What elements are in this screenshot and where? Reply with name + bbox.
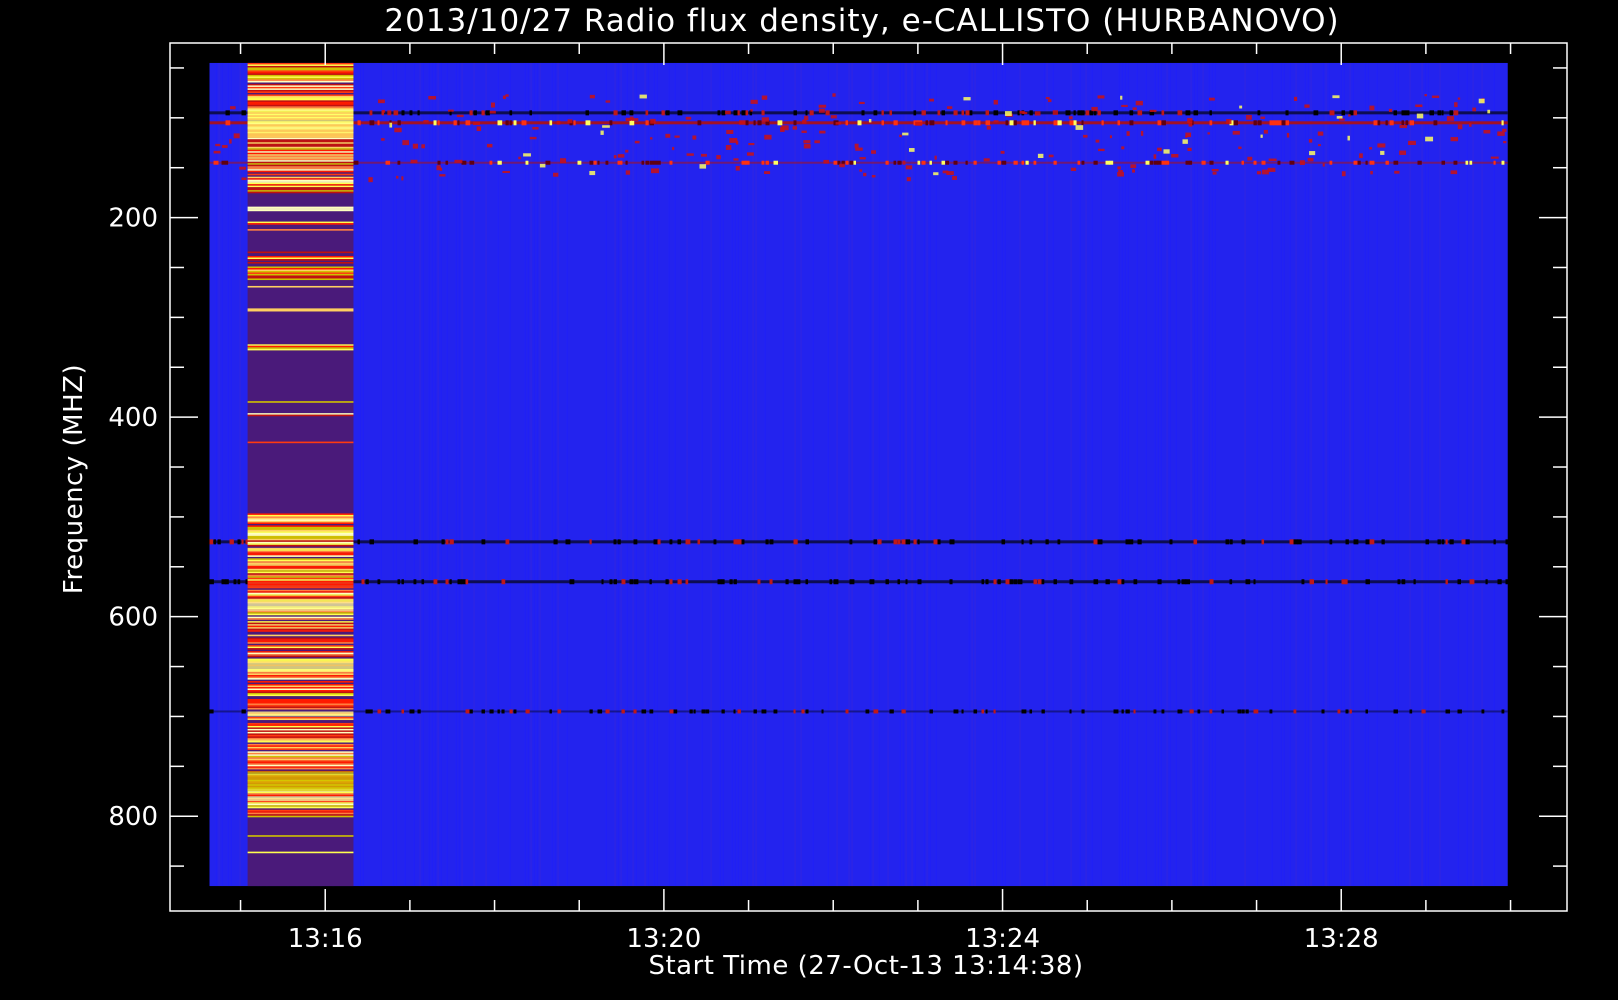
chart-title: 2013/10/27 Radio flux density, e-CALLIST… — [384, 3, 1339, 39]
spectrogram-chart: 2013/10/27 Radio flux density, e-CALLIST… — [0, 0, 1618, 1000]
spectrogram-background — [209, 62, 1508, 887]
y-axis-label: Frequency (MHZ) — [59, 364, 89, 594]
x-axis-label: Start Time (27-Oct-13 13:14:38) — [648, 951, 1083, 981]
solar-burst — [247, 62, 354, 887]
x-tick-label: 13:20 — [626, 924, 701, 954]
y-tick-label: 800 — [108, 802, 158, 832]
x-tick-label: 13:28 — [1304, 924, 1379, 954]
y-tick-label: 600 — [108, 603, 158, 633]
heatmap-image — [209, 62, 1510, 887]
y-tick-label: 200 — [108, 204, 158, 234]
y-tick-label: 400 — [108, 403, 158, 433]
x-tick-label: 13:24 — [965, 924, 1040, 954]
x-tick-label: 13:16 — [288, 924, 363, 954]
plot-area: 13:16 13:20 13:24 13:28 200 400 600 800 — [108, 42, 1568, 954]
